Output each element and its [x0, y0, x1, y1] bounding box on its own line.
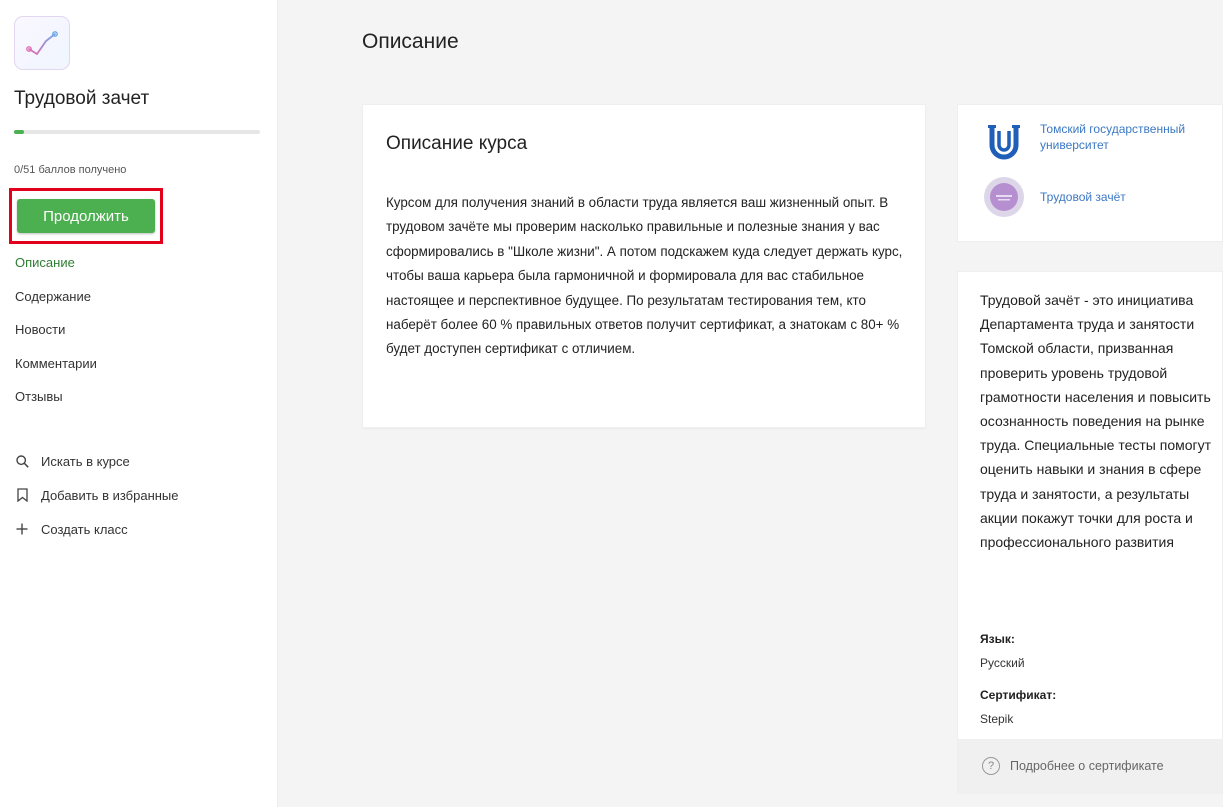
search-in-course-label: Искать в курсе	[41, 453, 130, 469]
course-sidebar: Трудовой зачет 0/51 баллов получено Прод…	[0, 0, 278, 807]
add-to-favorites-label: Добавить в избранные	[41, 487, 179, 503]
about-text: Трудовой зачёт - это инициатива Департам…	[980, 292, 1212, 551]
continue-button[interactable]: Продолжить	[17, 199, 155, 233]
certificate-value: Stepik	[980, 712, 1014, 726]
nav-item-reviews[interactable]: Отзывы	[15, 388, 97, 422]
create-class-link[interactable]: Создать класс	[15, 512, 179, 546]
nav-item-news[interactable]: Новости	[15, 321, 97, 355]
tsu-logo-icon	[982, 121, 1026, 165]
author-tsu-name: Томский государственный университет	[1040, 122, 1186, 152]
course-title: Трудовой зачет	[14, 88, 150, 109]
search-in-course-link[interactable]: Искать в курсе	[15, 444, 179, 478]
score-text: 0/51 баллов получено	[14, 164, 127, 176]
nav-item-contents[interactable]: Содержание	[15, 288, 97, 322]
plus-icon	[15, 521, 29, 537]
description-heading: Описание курса	[386, 133, 528, 154]
course-logo-icon	[26, 31, 58, 56]
page-title: Описание	[362, 30, 459, 53]
course-description-card: Описание курса Курсом для получения знан…	[362, 104, 926, 428]
progress-fill	[14, 130, 24, 134]
description-text: Курсом для получения знаний в области тр…	[386, 195, 903, 357]
language-value: Русский	[980, 656, 1025, 670]
create-class-label: Создать класс	[41, 521, 128, 537]
certificate-more-label: Подробнее о сертификате	[1010, 759, 1164, 773]
search-icon	[15, 453, 29, 469]
nav-item-description[interactable]: Описание	[15, 254, 97, 288]
author-tsu[interactable]: Томский государственный университет	[982, 121, 1210, 165]
certificate-label: Сертификат:	[980, 688, 1057, 702]
labor-test-logo-icon	[982, 175, 1026, 219]
author-labor-test[interactable]: Трудовой зачёт	[982, 175, 1210, 219]
nav-item-comments[interactable]: Комментарии	[15, 355, 97, 389]
certificate-more-link[interactable]: ? Подробнее о сертификате	[958, 739, 1222, 793]
about-course-card: Трудовой зачёт - это инициатива Департам…	[957, 271, 1223, 794]
language-label: Язык:	[980, 632, 1015, 646]
course-tools: Искать в курсе Добавить в избранные Созд…	[15, 444, 179, 546]
add-to-favorites-link[interactable]: Добавить в избранные	[15, 478, 179, 512]
course-nav: Описание Содержание Новости Комментарии …	[15, 254, 97, 422]
course-logo[interactable]	[14, 16, 70, 70]
continue-highlight: Продолжить	[9, 188, 163, 244]
author-labor-test-name: Трудовой зачёт	[1040, 190, 1126, 204]
authors-card: Томский государственный университет Труд…	[957, 104, 1223, 242]
help-circle-icon: ?	[982, 757, 1000, 775]
bookmark-icon	[15, 487, 29, 503]
progress-bar	[14, 130, 260, 134]
